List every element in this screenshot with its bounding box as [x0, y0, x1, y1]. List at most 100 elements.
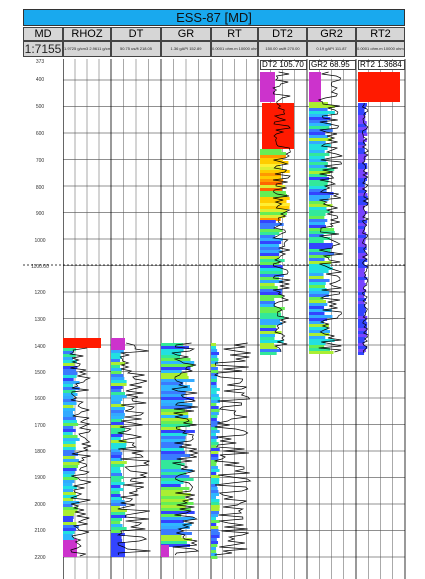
- log-fill-band: [211, 553, 217, 556]
- log-fill-band: [260, 325, 276, 328]
- log-tracks[interactable]: [0, 0, 425, 579]
- log-fill-band: [211, 346, 217, 349]
- log-fill-band: [211, 394, 219, 397]
- log-fill-band: [63, 357, 73, 360]
- log-fill-band: [211, 403, 217, 406]
- rt2-value-chip: RT2 1.3684: [358, 60, 405, 70]
- rt2-band: [358, 232, 367, 235]
- log-fill-band: [211, 451, 219, 454]
- log-fill-band: [161, 484, 181, 487]
- log-fill-band: [309, 180, 329, 183]
- log-fill-band: [211, 532, 220, 535]
- log-fill-band: [63, 438, 80, 441]
- log-fill-band: [63, 447, 76, 450]
- log-fill-band: [63, 426, 74, 429]
- log-fill-band: [111, 392, 126, 395]
- rt2-band: [358, 184, 365, 187]
- log-fill-band: [63, 450, 75, 453]
- log-fill-band: [211, 493, 219, 496]
- log-fill-band: [111, 467, 121, 470]
- log-fill-band: [63, 459, 79, 462]
- log-fill-band: [111, 422, 124, 425]
- log-fill-band: [161, 520, 184, 523]
- rt2-band: [358, 241, 366, 244]
- log-fill-band: [63, 516, 74, 519]
- log-fill-band: [111, 464, 125, 467]
- log-fill-band: [111, 368, 122, 371]
- log-fill-band: [309, 210, 330, 213]
- log-fill-band: [260, 220, 276, 223]
- log-fill-band: [211, 343, 217, 346]
- log-fill-band: [211, 430, 220, 433]
- log-fill-band: [211, 520, 220, 523]
- log-fill-band: [161, 370, 182, 373]
- dt2-cap: [260, 72, 275, 102]
- log-fill-band: [63, 519, 73, 522]
- rt2-band: [358, 295, 365, 298]
- log-fill-band: [211, 367, 218, 370]
- log-fill-band: [309, 315, 333, 318]
- log-fill-band: [63, 420, 77, 423]
- log-fill-band: [111, 512, 126, 515]
- log-fill-band: [260, 244, 280, 247]
- log-fill-band: [211, 550, 217, 553]
- log-fill-band: [63, 375, 77, 378]
- dt2-red-zone: [262, 103, 294, 149]
- gr2-cap: [309, 72, 321, 102]
- log-fill-band: [111, 434, 123, 437]
- log-fill-band: [211, 349, 218, 352]
- rt2-band: [358, 118, 366, 121]
- log-fill-band: [63, 504, 73, 507]
- rt2-band: [358, 271, 365, 274]
- log-fill-band: [111, 374, 124, 377]
- log-fill-band: [260, 301, 276, 304]
- rt2-band: [358, 268, 365, 271]
- log-fill-band: [211, 463, 217, 466]
- log-fill-band: [111, 482, 125, 485]
- rt2-band: [358, 151, 365, 154]
- log-fill-band: [309, 195, 331, 198]
- log-fill-band: [260, 259, 285, 262]
- log-fill-band: [63, 513, 75, 516]
- log-fill-band: [309, 186, 327, 189]
- log-fill-band: [111, 437, 121, 440]
- log-fill-band: [111, 485, 121, 488]
- rt2-band: [358, 286, 365, 289]
- log-fill-band: [309, 297, 324, 300]
- log-fill-band: [309, 237, 331, 240]
- log-fill-band: [309, 171, 331, 174]
- log-fill-band: [111, 488, 124, 491]
- log-fill-band: [111, 479, 122, 482]
- log-fill-band: [161, 394, 185, 397]
- log-fill-band: [309, 177, 330, 180]
- log-fill-band: [111, 443, 127, 446]
- dt2-band: [260, 158, 283, 161]
- log-fill-band: [309, 141, 326, 144]
- log-fill-band: [211, 523, 217, 526]
- log-fill-band: [111, 455, 122, 458]
- log-fill-band: [260, 280, 283, 283]
- log-fill-band: [211, 445, 217, 448]
- log-fill-band: [309, 168, 335, 171]
- log-fill-band: [63, 396, 74, 399]
- log-fill-band: [260, 235, 276, 238]
- log-fill-band: [161, 349, 184, 352]
- log-fill-band: [161, 415, 189, 418]
- log-fill-band: [211, 376, 217, 379]
- log-fill-band: [63, 372, 78, 375]
- log-fill-band: [260, 250, 282, 253]
- log-fill-band: [211, 406, 219, 409]
- rt2-band: [358, 109, 365, 112]
- log-fill-band: [309, 183, 328, 186]
- log-fill-band: [309, 135, 329, 138]
- dt2-band: [260, 152, 286, 155]
- rt2-band: [358, 148, 365, 151]
- rt2-band: [358, 226, 365, 229]
- log-fill-band: [63, 537, 75, 540]
- log-fill-band: [211, 412, 219, 415]
- rt2-band: [358, 307, 366, 310]
- log-fill-band: [211, 535, 220, 538]
- log-fill-band: [260, 247, 281, 250]
- rt2-band: [358, 283, 366, 286]
- log-fill-band: [161, 436, 186, 439]
